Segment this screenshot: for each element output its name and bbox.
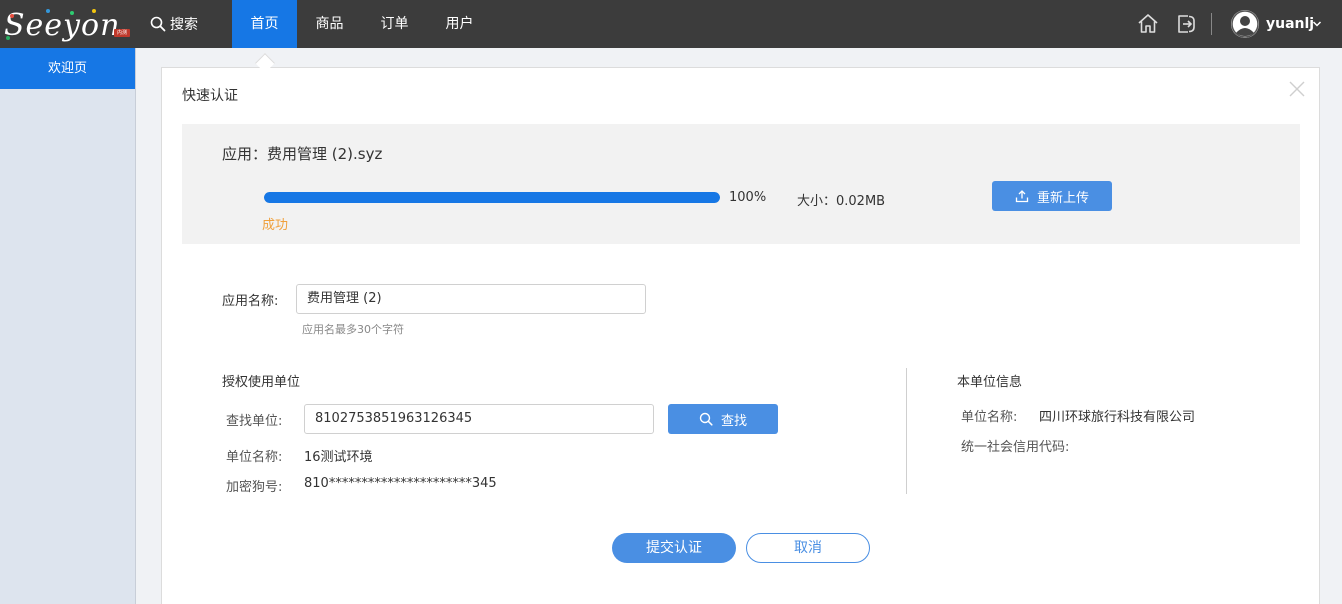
search-label: 搜索 xyxy=(170,17,198,33)
logo-dot-yellow xyxy=(92,9,96,13)
close-icon[interactable] xyxy=(1288,80,1306,98)
seeyon-logo[interactable]: Seeyon 内测 xyxy=(4,6,132,44)
cancel-button[interactable]: 取消 xyxy=(746,533,870,563)
find-unit-input[interactable]: 8102753851963126345 xyxy=(304,404,654,434)
search-icon xyxy=(699,412,713,426)
unit-name-value: 16测试环境 xyxy=(304,450,373,465)
app-name-label: 应用名称: xyxy=(222,294,279,309)
reupload-label: 重新上传 xyxy=(1036,190,1089,206)
tab-home[interactable]: 首页 xyxy=(232,0,297,48)
find-button-label: 查找 xyxy=(720,413,747,429)
logo-dot-red xyxy=(10,14,14,18)
tab-products[interactable]: 商品 xyxy=(297,0,362,48)
dongle-label: 加密狗号: xyxy=(226,480,283,495)
logo-dot-blue xyxy=(46,9,50,13)
find-button[interactable]: 查找 xyxy=(668,404,778,434)
own-unit-name-value: 四川环球旅行科技有限公司 xyxy=(1039,410,1196,425)
sidebar-item-welcome[interactable]: 欢迎页 xyxy=(0,48,135,89)
upload-progress-text: 100% xyxy=(729,190,767,205)
logo-text: Seeyon xyxy=(4,8,121,43)
header-divider xyxy=(1211,13,1212,35)
app-file-name: 应用：费用管理 (2).syz xyxy=(222,145,383,163)
auth-unit-title: 授权使用单位 xyxy=(222,375,301,390)
submit-auth-button[interactable]: 提交认证 xyxy=(612,533,736,563)
tab-orders[interactable]: 订单 xyxy=(362,0,427,48)
find-unit-label: 查找单位: xyxy=(226,414,283,429)
unit-name-label: 单位名称: xyxy=(226,450,283,465)
sidebar: 欢迎页 xyxy=(0,48,136,604)
logo-dot-green-2 xyxy=(6,36,10,40)
own-unit-title: 本单位信息 xyxy=(957,375,1023,390)
chevron-down-icon[interactable] xyxy=(1312,19,1322,29)
username[interactable]: yuanlj xyxy=(1266,0,1314,48)
logout-icon[interactable] xyxy=(1174,12,1198,36)
dongle-value: 810**********************345 xyxy=(304,476,497,491)
user-avatar-icon[interactable] xyxy=(1231,10,1259,38)
upload-progress-bar xyxy=(264,192,720,203)
credit-code-label: 统一社会信用代码: xyxy=(961,440,1070,455)
upload-panel: 应用：费用管理 (2).syz 100% 大小：0.02MB 成功 重新上传 xyxy=(182,124,1300,244)
tab-users[interactable]: 用户 xyxy=(427,0,492,48)
quick-auth-dialog: 快速认证 应用：费用管理 (2).syz 100% 大小：0.02MB 成功 重… xyxy=(161,67,1320,604)
own-unit-name-label: 单位名称: xyxy=(961,410,1018,425)
section-divider xyxy=(906,368,907,494)
user-silhouette-icon xyxy=(1231,10,1259,38)
search-icon xyxy=(150,16,166,32)
upload-progress-fill xyxy=(264,192,720,203)
logo-dot-green xyxy=(70,11,74,15)
file-size: 大小：0.02MB xyxy=(797,194,886,209)
dialog-title: 快速认证 xyxy=(182,88,238,104)
upload-status: 成功 xyxy=(262,218,289,233)
search-nav[interactable]: 搜索 xyxy=(150,0,198,48)
app-name-input[interactable]: 费用管理 (2) xyxy=(296,284,646,314)
logo-badge: 内测 xyxy=(114,29,130,37)
home-icon[interactable] xyxy=(1136,12,1160,36)
reupload-button[interactable]: 重新上传 xyxy=(992,181,1112,211)
app-name-hint: 应用名最多30个字符 xyxy=(302,323,404,336)
upload-icon xyxy=(1015,190,1029,203)
top-bar: Seeyon 内测 搜索 首页 商品 订单 用户 yuanlj xyxy=(0,0,1342,48)
